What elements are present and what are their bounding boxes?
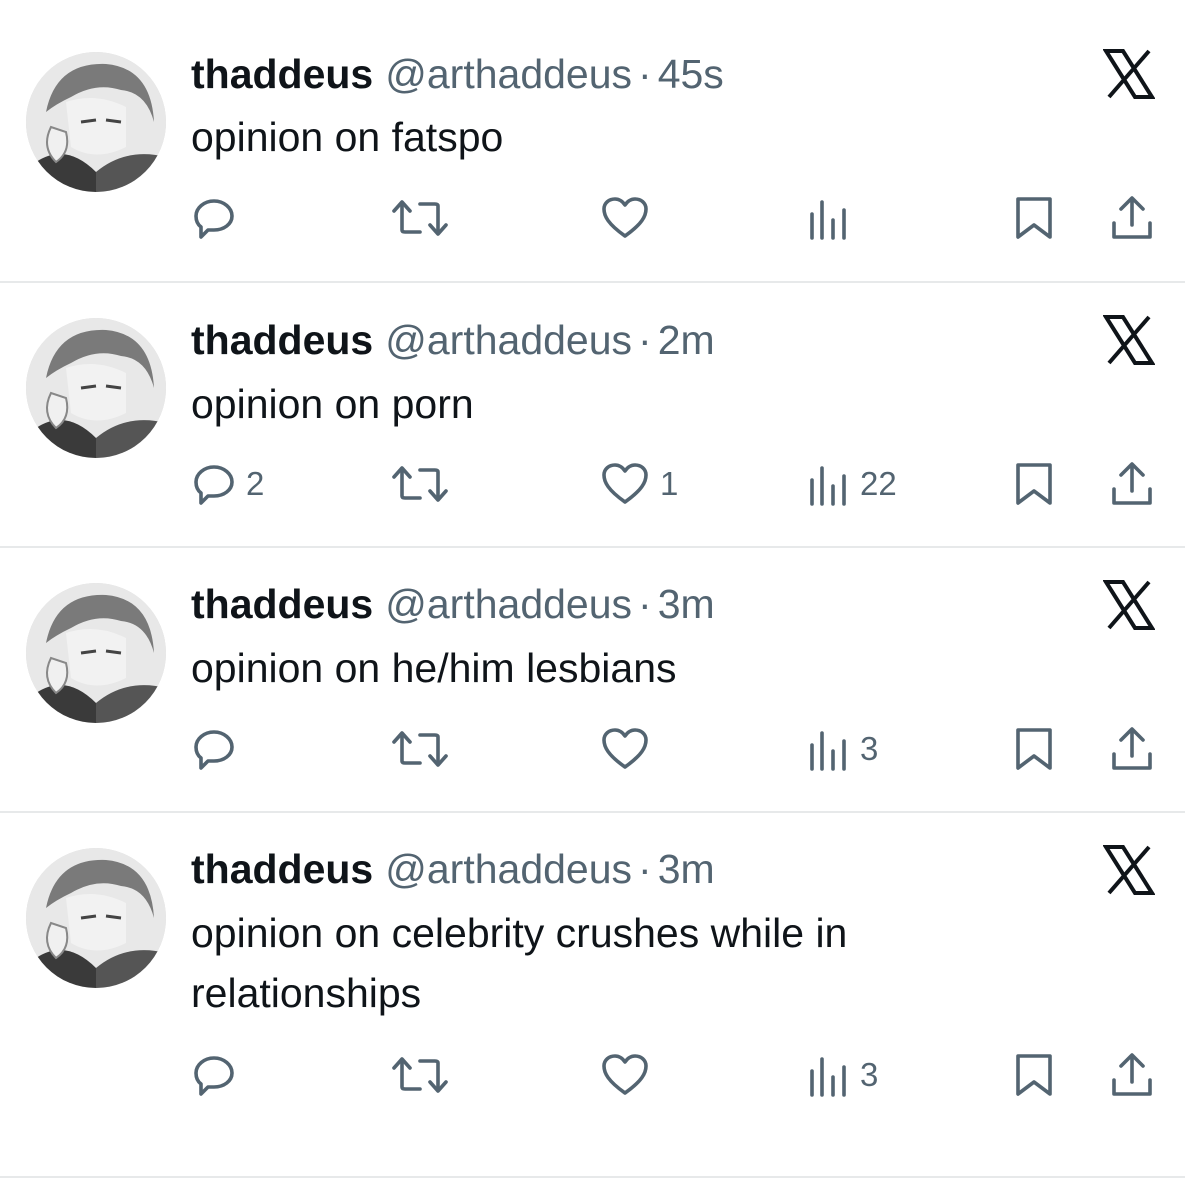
separator-dot: · <box>638 581 652 627</box>
reply-icon <box>192 462 236 506</box>
tweet-text: opinion on fatspo <box>191 114 504 160</box>
user-handle[interactable]: @arthaddeus <box>385 51 632 97</box>
heart-icon <box>600 727 650 771</box>
like-button[interactable]: 1 <box>600 454 678 514</box>
like-count: 1 <box>660 465 679 502</box>
view-count: 3 <box>860 1056 879 1093</box>
x-logo-icon[interactable] <box>1102 579 1156 631</box>
reply-icon <box>192 727 236 771</box>
timestamp[interactable]: 3m <box>658 581 715 627</box>
heart-icon <box>600 196 650 240</box>
tweet-header: thaddeus @arthaddeus · 3m <box>191 845 715 893</box>
tweet[interactable]: thaddeus @arthaddeus · 45s opinion on fatsp… <box>0 0 1185 283</box>
tweet-header: thaddeus @arthaddeus · 2m <box>191 316 715 364</box>
avatar[interactable] <box>26 52 166 192</box>
views-icon <box>808 1053 850 1097</box>
tweet-header: thaddeus @arthaddeus · 3m <box>191 580 715 628</box>
bookmark-button[interactable] <box>1014 188 1054 248</box>
share-button[interactable] <box>1110 454 1154 514</box>
share-button[interactable] <box>1110 1045 1154 1105</box>
share-icon <box>1110 726 1154 772</box>
reply-button[interactable] <box>192 719 246 779</box>
views-icon <box>808 196 850 240</box>
display-name[interactable]: thaddeus <box>191 51 373 97</box>
tweet-feed: thaddeus @arthaddeus · 45s opinion on fatsp… <box>0 0 1185 1200</box>
bookmark-icon <box>1014 195 1054 241</box>
bookmark-icon <box>1014 1052 1054 1098</box>
view-count: 3 <box>860 730 879 767</box>
tweet-text: opinion on celebrity crushes while in re… <box>191 910 848 1016</box>
reply-icon <box>192 1053 236 1097</box>
retweet-icon <box>390 462 450 506</box>
reply-icon <box>192 196 236 240</box>
avatar[interactable] <box>26 318 166 458</box>
tweet[interactable]: thaddeus @arthaddeus · 3m opinion on he/him… <box>0 548 1185 813</box>
retweet-button[interactable] <box>390 719 460 779</box>
user-handle[interactable]: @arthaddeus <box>385 317 632 363</box>
display-name[interactable]: thaddeus <box>191 317 373 363</box>
bookmark-button[interactable] <box>1014 454 1054 514</box>
share-button[interactable] <box>1110 719 1154 779</box>
like-button[interactable] <box>600 719 660 779</box>
tweet-actions <box>0 188 1185 248</box>
views-button[interactable]: 22 <box>808 454 897 514</box>
retweet-icon <box>390 727 450 771</box>
share-button[interactable] <box>1110 188 1154 248</box>
views-button[interactable]: 3 <box>808 719 878 779</box>
heart-icon <box>600 462 650 506</box>
like-button[interactable] <box>600 188 660 248</box>
tweet-actions: 2 1 22 <box>0 454 1185 514</box>
user-handle[interactable]: @arthaddeus <box>385 581 632 627</box>
bookmark-button[interactable] <box>1014 1045 1054 1105</box>
timestamp[interactable]: 2m <box>658 317 715 363</box>
timestamp[interactable]: 3m <box>658 846 715 892</box>
x-logo-icon[interactable] <box>1102 314 1156 366</box>
avatar[interactable] <box>26 848 166 988</box>
retweet-icon <box>390 1053 450 1097</box>
tweet-actions: 3 <box>0 719 1185 779</box>
views-button[interactable]: 3 <box>808 1045 878 1105</box>
tweet[interactable]: thaddeus @arthaddeus · 3m opinion on celebr… <box>0 813 1185 1178</box>
user-handle[interactable]: @arthaddeus <box>385 846 632 892</box>
reply-button[interactable] <box>192 1045 246 1105</box>
retweet-icon <box>390 196 450 240</box>
bookmark-button[interactable] <box>1014 719 1054 779</box>
retweet-button[interactable] <box>390 188 460 248</box>
bookmark-icon <box>1014 461 1054 507</box>
separator-dot: · <box>638 846 652 892</box>
x-logo-icon[interactable] <box>1102 48 1156 100</box>
tweet-header: thaddeus @arthaddeus · 45s <box>191 50 724 98</box>
separator-dot: · <box>638 317 652 363</box>
display-name[interactable]: thaddeus <box>191 846 373 892</box>
tweet-actions: 3 <box>0 1045 1185 1105</box>
reply-button[interactable]: 2 <box>192 454 264 514</box>
timestamp[interactable]: 45s <box>658 51 724 97</box>
retweet-button[interactable] <box>390 1045 460 1105</box>
heart-icon <box>600 1053 650 1097</box>
x-logo-icon[interactable] <box>1102 844 1156 896</box>
reply-count: 2 <box>246 465 265 502</box>
tweet-text: opinion on he/him lesbians <box>191 645 677 691</box>
avatar[interactable] <box>26 583 166 723</box>
like-button[interactable] <box>600 1045 660 1105</box>
tweet-text: opinion on porn <box>191 381 474 427</box>
separator-dot: · <box>638 51 652 97</box>
bookmark-icon <box>1014 726 1054 772</box>
views-button[interactable] <box>808 188 860 248</box>
reply-button[interactable] <box>192 188 246 248</box>
views-icon <box>808 462 850 506</box>
retweet-button[interactable] <box>390 454 460 514</box>
display-name[interactable]: thaddeus <box>191 581 373 627</box>
share-icon <box>1110 461 1154 507</box>
view-count: 22 <box>860 465 897 502</box>
share-icon <box>1110 1052 1154 1098</box>
views-icon <box>808 727 850 771</box>
tweet[interactable]: thaddeus @arthaddeus · 2m opinion on porn 2… <box>0 283 1185 548</box>
share-icon <box>1110 195 1154 241</box>
